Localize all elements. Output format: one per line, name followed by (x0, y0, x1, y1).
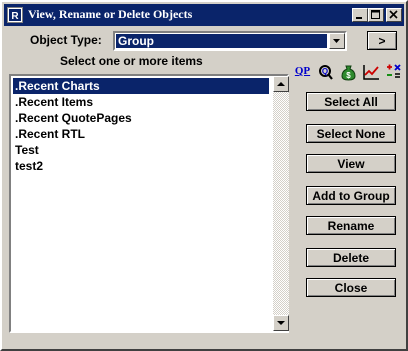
minimize-button[interactable] (352, 8, 368, 22)
list-item[interactable]: .Recent Items (13, 94, 269, 110)
list-item[interactable]: Test (13, 142, 269, 158)
list-item[interactable]: .Recent Charts (13, 78, 269, 94)
list-item[interactable]: .Recent RTL (13, 126, 269, 142)
vertical-scrollbar[interactable] (273, 76, 289, 331)
delete-button[interactable]: Delete (306, 248, 396, 267)
scroll-down-icon[interactable] (273, 315, 289, 331)
svg-text:Q: Q (322, 67, 328, 76)
object-type-value: Group (116, 34, 327, 48)
close-window-button[interactable] (386, 8, 402, 22)
scroll-up-icon[interactable] (273, 76, 289, 92)
svg-text:$: $ (346, 71, 351, 80)
title-bar[interactable]: R View, Rename or Delete Objects (4, 4, 404, 26)
view-button[interactable]: View (306, 154, 396, 173)
close-button[interactable]: Close (306, 278, 396, 297)
add-to-group-button[interactable]: Add to Group (306, 186, 396, 205)
list-item[interactable]: .Recent QuotePages (13, 110, 269, 126)
object-type-dropdown[interactable]: Group (113, 31, 347, 51)
calculator-icon[interactable] (384, 63, 403, 81)
line-chart-icon[interactable] (362, 63, 381, 81)
list-caption: Select one or more items (60, 54, 203, 68)
rename-button[interactable]: Rename (306, 216, 396, 235)
items-listbox[interactable]: .Recent Charts .Recent Items .Recent Quo… (9, 74, 289, 333)
svg-text:R: R (11, 11, 19, 21)
app-icon: R (7, 7, 23, 23)
next-type-button[interactable]: > (367, 31, 397, 50)
list-item[interactable]: test2 (13, 158, 269, 174)
money-bag-icon[interactable]: $ (339, 63, 358, 81)
quotepage-icon[interactable]: QP (293, 63, 312, 81)
chevron-down-icon[interactable] (329, 33, 345, 49)
select-none-button[interactable]: Select None (306, 124, 396, 143)
search-quote-icon[interactable]: Q (316, 63, 335, 81)
maximize-button[interactable] (368, 8, 384, 22)
window-title: View, Rename or Delete Objects (28, 7, 193, 21)
select-all-button[interactable]: Select All (306, 92, 396, 111)
dialog-window: R View, Rename or Delete Objects Object … (0, 0, 408, 351)
object-type-label: Object Type: (30, 33, 102, 47)
